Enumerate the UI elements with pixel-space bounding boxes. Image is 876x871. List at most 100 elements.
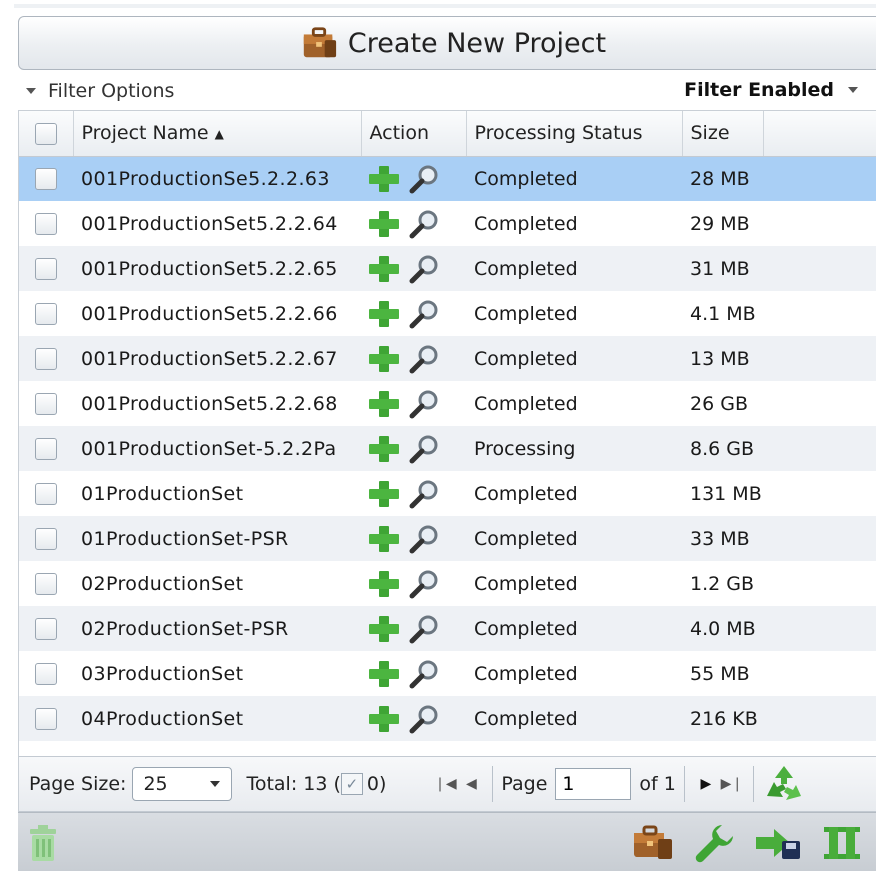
- row-checkbox[interactable]: [35, 572, 57, 595]
- pager-bar: Page Size: 25 Total: 13 ( ✓ 0) ❘◀ ◀ Page…: [18, 756, 876, 812]
- action-cell: [361, 651, 466, 696]
- plus-icon[interactable]: [367, 389, 401, 419]
- export-icon[interactable]: [752, 821, 804, 865]
- row-checkbox[interactable]: [35, 168, 57, 190]
- magnifier-icon[interactable]: [407, 659, 441, 689]
- table-row[interactable]: 001ProductionSet5.2.2.68 Completed 26 GB: [19, 381, 876, 426]
- table-row[interactable]: 03ProductionSet Completed 55 MB: [19, 651, 876, 696]
- project-name-cell[interactable]: 001ProductionSet5.2.2.66: [73, 291, 361, 336]
- magnifier-icon[interactable]: [407, 434, 441, 464]
- magnifier-icon[interactable]: [407, 704, 441, 734]
- magnifier-icon[interactable]: [407, 254, 441, 284]
- plus-icon[interactable]: [367, 164, 401, 194]
- table-row[interactable]: 001ProductionSet5.2.2.65 Completed 31 MB: [19, 246, 876, 291]
- show-selected-checkbox[interactable]: ✓: [340, 773, 363, 795]
- row-checkbox[interactable]: [35, 392, 57, 415]
- filter-options-label: Filter Options: [48, 80, 175, 102]
- column-header-project-name[interactable]: Project Name ▲: [73, 111, 362, 157]
- wrench-icon[interactable]: [692, 821, 736, 865]
- row-checkbox[interactable]: [35, 707, 57, 730]
- table-row[interactable]: 001ProductionSe5.2.2.63 Completed 28 MB: [19, 156, 876, 201]
- filler-cell: [763, 606, 876, 651]
- action-cell: [361, 381, 466, 426]
- plus-icon[interactable]: [367, 344, 401, 374]
- project-name-cell[interactable]: 001ProductionSet5.2.2.64: [73, 201, 361, 246]
- toolbar-actions: [630, 821, 864, 865]
- project-name-cell[interactable]: 001ProductionSe5.2.2.63: [73, 156, 361, 201]
- row-checkbox[interactable]: [35, 302, 57, 325]
- plus-icon[interactable]: [367, 524, 401, 554]
- magnifier-icon[interactable]: [407, 164, 441, 194]
- magnifier-icon[interactable]: [407, 209, 441, 239]
- table-row[interactable]: 001ProductionSet5.2.2.64 Completed 29 MB: [19, 201, 876, 246]
- magnifier-icon[interactable]: [407, 614, 441, 644]
- create-new-project-button[interactable]: Create New Project: [18, 16, 876, 70]
- row-checkbox[interactable]: [35, 212, 57, 235]
- previous-page-button[interactable]: ◀: [458, 776, 484, 792]
- project-name-cell[interactable]: 001ProductionSet5.2.2.65: [73, 246, 361, 291]
- project-name-cell[interactable]: 001ProductionSet5.2.2.67: [73, 336, 361, 381]
- row-checkbox[interactable]: [35, 482, 57, 505]
- table-row[interactable]: 01ProductionSet-PSR Completed 33 MB: [19, 516, 876, 561]
- magnifier-icon[interactable]: [407, 479, 441, 509]
- row-checkbox-cell: [19, 336, 73, 381]
- table-row[interactable]: 02ProductionSet Completed 1.2 GB: [19, 561, 876, 606]
- plus-icon[interactable]: [367, 569, 401, 599]
- row-checkbox[interactable]: [35, 347, 57, 370]
- magnifier-icon[interactable]: [407, 344, 441, 374]
- plus-icon[interactable]: [367, 254, 401, 284]
- column-header-processing-status[interactable]: Processing Status: [466, 111, 683, 157]
- plus-icon[interactable]: [367, 434, 401, 464]
- plus-icon[interactable]: [367, 614, 401, 644]
- action-cell: [361, 561, 466, 606]
- project-name-cell[interactable]: 001ProductionSet5.2.2.68: [73, 381, 361, 426]
- table-row[interactable]: 04ProductionSet Completed 216 KB: [19, 696, 876, 741]
- plus-icon[interactable]: [367, 299, 401, 329]
- table-row[interactable]: 001ProductionSet5.2.2.66 Completed 4.1 MB: [19, 291, 876, 336]
- magnifier-icon[interactable]: [407, 569, 441, 599]
- table-row[interactable]: 001ProductionSet5.2.2.67 Completed 13 MB: [19, 336, 876, 381]
- trash-icon[interactable]: [26, 823, 60, 863]
- project-name-cell[interactable]: 001ProductionSet-5.2.2Pa: [73, 426, 361, 471]
- filler-cell: [763, 426, 876, 471]
- row-checkbox-cell: [19, 471, 73, 516]
- briefcase-icon[interactable]: [630, 821, 676, 865]
- row-checkbox-cell: [19, 426, 73, 471]
- last-page-button[interactable]: ▶❘: [719, 776, 745, 792]
- table-row[interactable]: 02ProductionSet-PSR Completed 4.0 MB: [19, 606, 876, 651]
- size-cell: 29 MB: [690, 212, 750, 235]
- row-checkbox[interactable]: [35, 617, 57, 640]
- column-header-size[interactable]: Size: [682, 111, 764, 157]
- select-all-checkbox[interactable]: [34, 122, 57, 145]
- project-name-cell[interactable]: 03ProductionSet: [73, 651, 361, 696]
- size-cell: 4.1 MB: [690, 302, 756, 325]
- magnifier-icon[interactable]: [407, 524, 441, 554]
- project-name-cell[interactable]: 02ProductionSet: [73, 561, 361, 606]
- row-checkbox[interactable]: [35, 437, 57, 460]
- project-name-cell[interactable]: 04ProductionSet: [73, 696, 361, 741]
- magnifier-icon[interactable]: [407, 389, 441, 419]
- project-name-cell[interactable]: 02ProductionSet-PSR: [73, 606, 361, 651]
- magnifier-icon[interactable]: [407, 299, 441, 329]
- row-checkbox[interactable]: [35, 662, 57, 685]
- plus-icon[interactable]: [367, 659, 401, 689]
- row-checkbox[interactable]: [35, 257, 57, 280]
- row-checkbox[interactable]: [35, 527, 57, 550]
- next-page-button[interactable]: ▶: [693, 776, 719, 792]
- table-row[interactable]: 001ProductionSet-5.2.2Pa Processing 8.6 G…: [19, 426, 876, 471]
- size-cell: 4.0 MB: [682, 606, 763, 651]
- first-page-button[interactable]: ❘◀: [432, 776, 458, 792]
- project-name-cell[interactable]: 01ProductionSet-PSR: [73, 516, 361, 561]
- size-cell: 216 KB: [682, 696, 763, 741]
- filter-enabled-dropdown[interactable]: Filter Enabled: [684, 79, 860, 101]
- page-size-select[interactable]: 25: [132, 767, 233, 801]
- plus-icon[interactable]: [367, 209, 401, 239]
- filter-options-toggle[interactable]: Filter Options: [24, 80, 174, 102]
- plus-icon[interactable]: [367, 704, 401, 734]
- pause-icon[interactable]: [820, 821, 864, 865]
- plus-icon[interactable]: [367, 479, 401, 509]
- table-row[interactable]: 01ProductionSet Completed 131 MB: [19, 471, 876, 516]
- project-name-cell[interactable]: 01ProductionSet: [73, 471, 361, 516]
- page-number-input[interactable]: [555, 768, 632, 800]
- recycle-icon[interactable]: [762, 762, 806, 806]
